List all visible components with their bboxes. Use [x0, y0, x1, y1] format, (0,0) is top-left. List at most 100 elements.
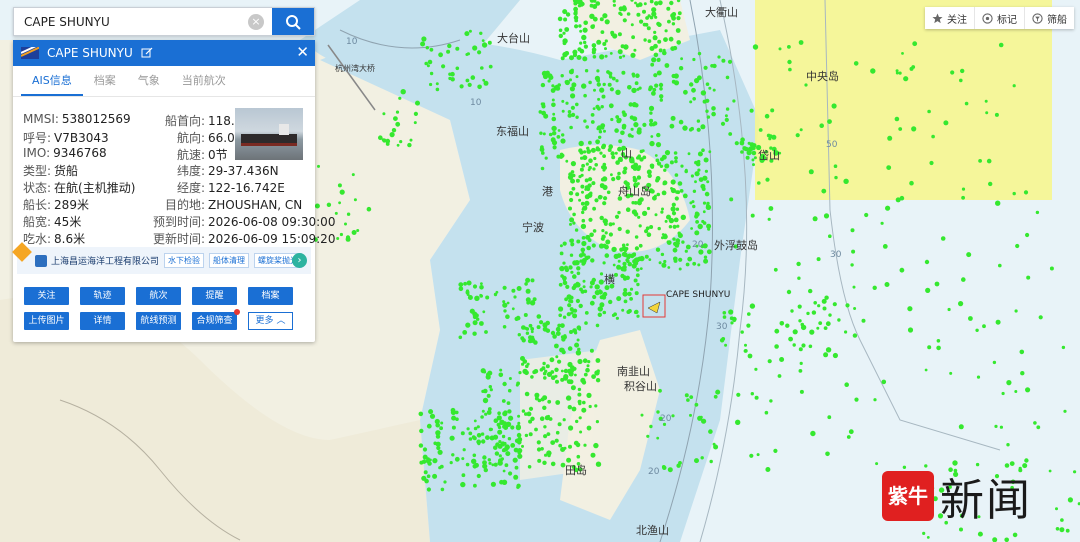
depth-label: 20 [660, 414, 672, 424]
ais-field-key: 更新时间: [152, 231, 205, 246]
tab-current-voyage[interactable]: 当前航次 [171, 66, 237, 96]
watermark-seal: 紫牛 [882, 471, 934, 521]
toolbar-label: 筛船 [1047, 14, 1067, 26]
tab-archive[interactable]: 档案 [83, 66, 127, 96]
company-logo-icon [35, 254, 47, 267]
search-icon [286, 14, 301, 30]
place-label: 舟山岛 [618, 185, 651, 198]
archive-button[interactable]: 档案 [248, 287, 293, 305]
ais-field-row: 航速: 0节 [145, 146, 228, 162]
ais-field-value: 289米 [54, 198, 89, 212]
ais-field-value: 在航(主机推动) [54, 181, 136, 196]
edit-icon[interactable] [141, 47, 153, 59]
ais-field-key: 状态: [23, 181, 52, 196]
toolbar-mark[interactable]: 标记 [975, 7, 1025, 29]
close-icon[interactable]: ✕ [296, 44, 309, 60]
follow-button[interactable]: 关注 [24, 287, 69, 305]
ais-field-key: MMSI: [23, 112, 59, 126]
ais-field-row: 目的地: ZHOUSHAN, CN [145, 196, 302, 212]
ais-field-value: 538012569 [61, 112, 131, 126]
news-watermark: 紫牛 新闻 [882, 470, 1032, 526]
ais-field-row: 类型: 货船 [23, 162, 78, 179]
place-label: 中央岛 [806, 70, 839, 83]
route-prediction-button[interactable]: 航线预测 [136, 312, 181, 330]
ais-field-key: 目的地: [164, 198, 205, 212]
map-toolbar: 关注 标记 筛船 [925, 7, 1074, 29]
ais-field-key: 航向: [176, 130, 205, 145]
place-label: 东福山 [496, 125, 529, 138]
more-label: 更多 [255, 316, 274, 326]
ais-field-key: 经度: [176, 181, 205, 196]
tab-weather[interactable]: 气象 [127, 66, 171, 96]
tab-ais-info[interactable]: AIS信息 [21, 66, 83, 96]
ais-field-key: 船长: [23, 198, 52, 212]
ais-field-value: 2026-06-08 09:30:00 [208, 214, 336, 229]
toolbar-filter[interactable]: 筛船 [1025, 7, 1074, 29]
ais-field-value: 0节 [208, 147, 228, 162]
place-label: 杭州湾大桥 [335, 64, 375, 73]
ais-field-value: 8.6米 [54, 231, 86, 246]
more-button[interactable]: 更多 ︿ [248, 312, 293, 330]
depth-label: 10 [346, 37, 358, 47]
depth-label: 50 [826, 140, 838, 150]
place-label: 大台山 [497, 32, 530, 45]
ais-field-row: 预到时间: 2026-06-08 09:30:00 [145, 213, 336, 229]
ais-field-row: IMO: 9346768 [23, 146, 107, 160]
ais-field-value: 29-37.436N [208, 164, 279, 179]
toolbar-label: 标记 [997, 14, 1017, 26]
ais-field-row: 航向: 66.0度 [145, 129, 247, 145]
track-button[interactable]: 轨迹 [80, 287, 125, 305]
depth-label: 10 [470, 98, 482, 108]
tag-icon [982, 12, 993, 24]
toolbar-label: 关注 [947, 14, 967, 26]
details-button[interactable]: 详情 [80, 312, 125, 330]
ais-field-key: 吃水: [23, 231, 52, 246]
ship-map-label[interactable]: CAPE SHUNYU [666, 290, 730, 300]
place-label: 岱山 [758, 149, 780, 162]
ship-photo[interactable] [235, 108, 303, 160]
depth-label: 30 [830, 250, 842, 260]
search-input[interactable] [14, 8, 248, 35]
watermark-text: 新闻 [940, 475, 1032, 526]
place-label: 积谷山 [624, 380, 657, 393]
upload-photo-button[interactable]: 上传图片 [24, 312, 69, 330]
ais-field-key: 类型: [23, 164, 52, 179]
chevron-up-icon: ︿ [276, 316, 286, 326]
ais-field-key: 预到时间: [152, 214, 205, 229]
ais-field-row: 吃水: 8.6米 [23, 230, 86, 246]
service-tag: 水下检验 [164, 253, 205, 268]
ais-field-key: 船首向: [164, 114, 205, 128]
reminder-button[interactable]: 提醒 [192, 287, 237, 305]
depth-label: 20 [648, 467, 660, 477]
ais-field-value: 2026-06-09 15:09:20 [208, 231, 336, 246]
ship-info-panel: CAPE SHUNYU ✕ AIS信息 档案 气象 当前航次 MMSI: 5380… [12, 40, 335, 342]
place-label: 外浮鼓岛 [714, 239, 758, 252]
company-name: 上海昌运海洋工程有限公司 [51, 257, 160, 267]
ship-name: CAPE SHUNYU [47, 46, 133, 60]
panel-header: CAPE SHUNYU ✕ [13, 40, 315, 66]
service-provider-banner[interactable]: 上海昌运海洋工程有限公司 水下检验 船体清理 螺旋桨抛光 › [12, 242, 311, 274]
depth-label: 30 [716, 322, 728, 332]
filter-icon [1032, 12, 1043, 24]
toolbar-follow[interactable]: 关注 [925, 7, 975, 29]
voyage-button[interactable]: 航次 [136, 287, 181, 305]
search-button[interactable] [272, 8, 314, 35]
ais-field-row: 纬度: 29-37.436N [145, 162, 279, 179]
compliance-screening-button[interactable]: 合规筛查 [192, 309, 240, 330]
ais-field-key: 纬度: [176, 164, 205, 179]
ais-field-key: IMO: [23, 145, 51, 160]
place-label: 南韭山 [617, 365, 650, 378]
ais-field-row: 经度: 122-16.742E [145, 179, 285, 196]
place-label: 山 [621, 147, 632, 160]
ais-field-value: 45米 [54, 214, 82, 229]
chevron-right-icon[interactable]: › [292, 253, 307, 268]
ais-field-key: 呼号: [23, 130, 52, 145]
marshall-islands-flag-icon [21, 47, 39, 59]
ais-field-row: 呼号: V7B3043 [23, 129, 109, 145]
ais-field-key: 船宽: [23, 214, 52, 229]
place-label: 宁波 [522, 221, 544, 234]
ais-field-value: 122-16.742E [208, 181, 285, 196]
place-label: 港 [542, 185, 553, 198]
clear-icon[interactable]: × [248, 14, 264, 30]
place-label: 横 [604, 273, 615, 286]
